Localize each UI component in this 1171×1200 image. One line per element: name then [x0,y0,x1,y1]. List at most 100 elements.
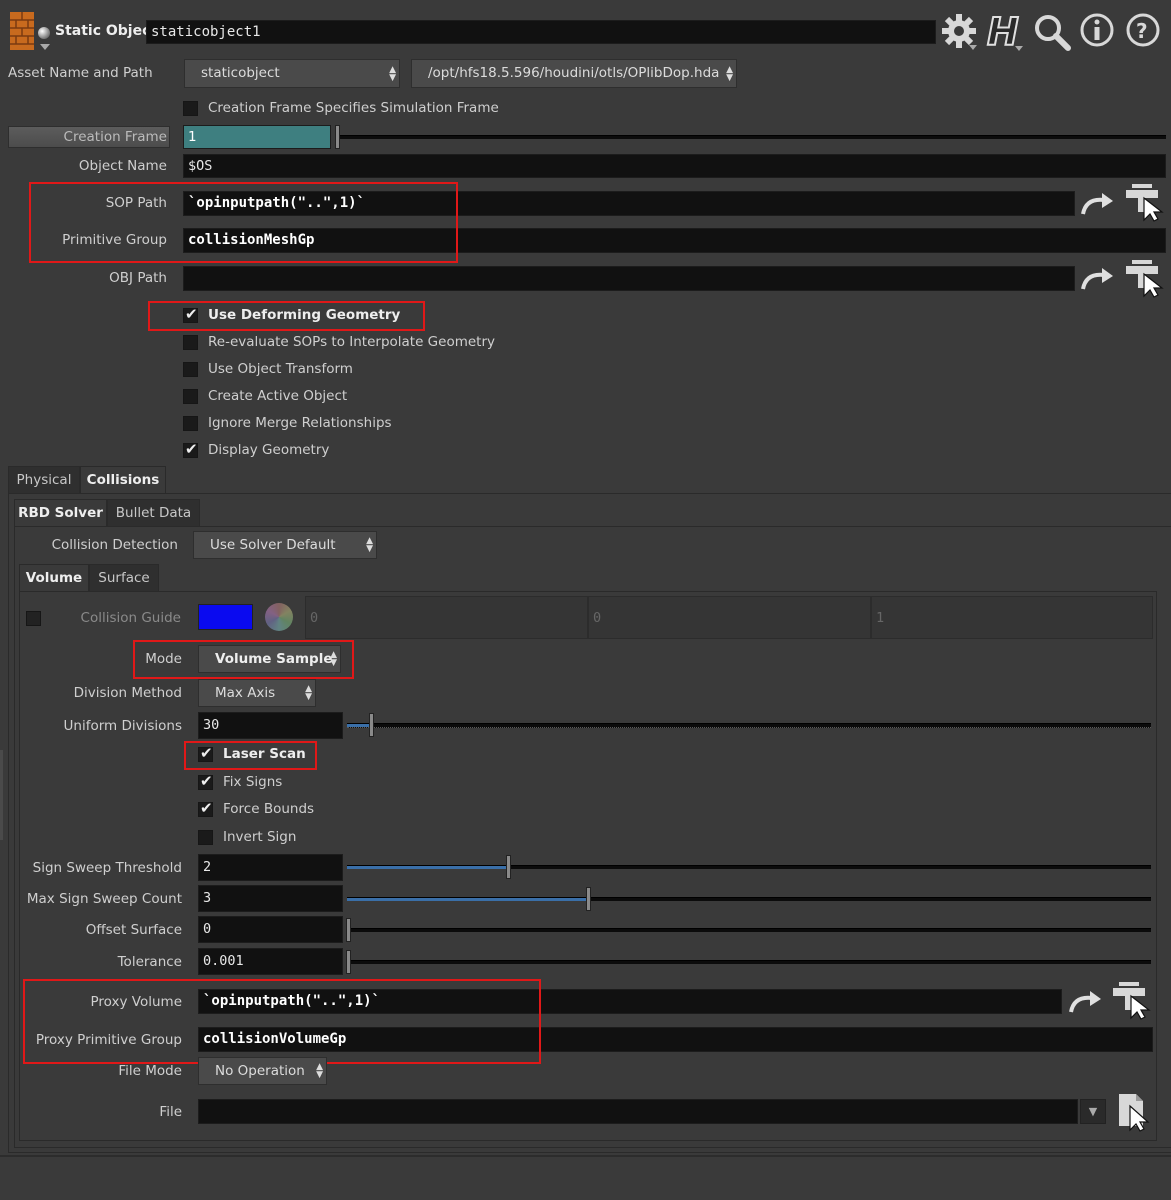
offset-surface-slider[interactable] [346,918,1151,942]
slider-fill [347,866,508,869]
tolerance-field[interactable]: 0.001 [198,948,343,975]
tab-volume[interactable]: Volume [19,564,89,591]
max-sign-sweep-count-field[interactable]: 3 [198,885,343,912]
slider-knob[interactable] [335,125,340,149]
uniform-divisions-slider[interactable] [347,713,1151,737]
invert-sign-checkbox[interactable] [198,830,213,845]
collision-guide-checkbox[interactable] [26,611,41,626]
ignore-merge-checkbox[interactable] [183,416,198,431]
reevaluate-sops-checkbox[interactable] [183,335,198,350]
invert-sign-label: Invert Sign [223,829,297,845]
file-chooser-icon[interactable] [1116,1092,1154,1132]
spinner-arrows-icon: ▲ ▼ [389,64,396,83]
max-sign-sweep-count-slider[interactable] [347,887,1151,911]
tab-surface[interactable]: Surface [89,564,159,591]
sign-sweep-threshold-label: Sign Sweep Threshold [32,860,182,876]
highlight-box-laser-scan [184,741,317,770]
obj-path-field[interactable] [183,266,1075,291]
chevron-down-icon: ▼ [1088,1105,1098,1118]
houdini-h-icon[interactable]: H [985,9,1027,55]
help-icon[interactable]: ? [1125,12,1161,48]
fix-signs-label: Fix Signs [223,774,283,790]
highlight-box-deforming [148,301,425,331]
obj-path-label: OBJ Path [109,270,167,286]
spinner-arrows-icon: ▲ ▼ [366,536,373,554]
create-active-object-label: Create Active Object [208,388,348,404]
guide-color-b-field[interactable]: 1 [871,596,1153,639]
slider-knob[interactable] [369,713,374,737]
node-chooser-icon[interactable] [1109,980,1153,1020]
division-method-label: Division Method [73,685,182,701]
asset-path-dropdown[interactable]: /opt/hfs18.5.596/houdini/otls/OPlibDop.h… [411,59,737,88]
offset-surface-field[interactable]: 0 [198,916,343,943]
use-object-transform-checkbox[interactable] [183,362,198,377]
offset-surface-label: Offset Surface [85,922,182,938]
asset-path-value: /opt/hfs18.5.596/houdini/otls/OPlibDop.h… [428,65,720,81]
fix-signs-checkbox[interactable] [198,772,213,790]
svg-text:H: H [987,10,1019,52]
color-wheel-icon[interactable] [265,603,293,631]
tab-collisions[interactable]: Collisions [80,466,166,493]
guide-color-swatch[interactable] [198,604,253,630]
node-chooser-icon[interactable] [1122,182,1166,222]
creation-frame-field[interactable]: 1 [183,125,331,149]
tolerance-slider[interactable] [346,950,1151,974]
collision-guide-label: Collision Guide [80,610,181,626]
creation-frame-slider[interactable] [335,125,1166,149]
gear-icon[interactable] [940,11,980,51]
uniform-divisions-field[interactable]: 30 [198,712,343,739]
node-chooser-icon[interactable] [1122,258,1166,298]
left-edge-handle[interactable] [0,750,3,840]
tolerance-label: Tolerance [117,954,182,970]
slider-knob[interactable] [506,855,511,879]
guide-color-g-field[interactable]: 0 [588,596,871,639]
node-type-label: Static Object [55,23,158,39]
display-geometry-label: Display Geometry [208,442,330,458]
sign-sweep-threshold-field[interactable]: 2 [198,854,343,881]
object-name-field[interactable]: $OS [183,154,1166,178]
uniform-divisions-label: Uniform Divisions [63,718,182,734]
force-bounds-label: Force Bounds [223,801,315,817]
reevaluate-sops-label: Re-evaluate SOPs to Interpolate Geometry [208,334,496,350]
file-field[interactable] [198,1099,1078,1124]
collision-detection-dropdown[interactable]: Use Solver Default ▲ ▼ [193,531,377,559]
slider-knob[interactable] [346,918,351,942]
slider-knob[interactable] [346,950,351,974]
division-method-value: Max Axis [215,685,276,701]
node-name-field[interactable]: staticobject1 [146,20,936,44]
brick-node-icon[interactable] [10,12,34,50]
sign-sweep-threshold-slider[interactable] [347,855,1151,879]
asset-name-path-label: Asset Name and Path [8,65,153,81]
highlight-box-sop [29,182,458,263]
force-bounds-checkbox[interactable] [198,799,213,817]
spinner-arrows-icon: ▲ ▼ [316,1062,323,1080]
slider-knob[interactable] [586,887,591,911]
chevron-down-icon[interactable] [40,44,50,50]
tab-physical[interactable]: Physical [8,466,80,493]
file-mode-value: No Operation [215,1063,305,1079]
tab-rbd-solver[interactable]: RBD Solver [14,499,107,526]
search-icon[interactable] [1032,12,1072,52]
file-history-dropdown[interactable]: ▼ [1080,1099,1106,1124]
jump-to-node-icon[interactable] [1068,990,1104,1016]
guide-color-r-field[interactable]: 0 [305,596,588,639]
collision-detection-value: Use Solver Default [210,537,336,553]
file-mode-dropdown[interactable]: No Operation ▲ ▼ [198,1057,327,1085]
create-active-object-checkbox[interactable] [183,389,198,404]
tab-bullet-data[interactable]: Bullet Data [107,499,200,526]
creation-frame-specifies-checkbox[interactable] [183,101,198,116]
info-icon[interactable] [1079,12,1115,48]
node-sphere-icon[interactable] [38,27,50,39]
asset-name-value: staticobject [201,65,280,81]
creation-frame-label: Creation Frame [63,129,167,145]
use-object-transform-label: Use Object Transform [208,361,353,377]
jump-to-node-icon[interactable] [1080,267,1116,293]
panel-bottom-divider [0,1155,1171,1157]
max-sign-sweep-count-label: Max Sign Sweep Count [26,891,182,907]
slider-fill [347,898,588,901]
jump-to-node-icon[interactable] [1080,192,1116,218]
asset-name-dropdown[interactable]: staticobject ▲ ▼ [184,59,400,88]
display-geometry-checkbox[interactable] [183,440,198,458]
division-method-dropdown[interactable]: Max Axis ▲ ▼ [198,679,316,707]
spinner-arrows-icon: ▲ ▼ [726,64,733,83]
